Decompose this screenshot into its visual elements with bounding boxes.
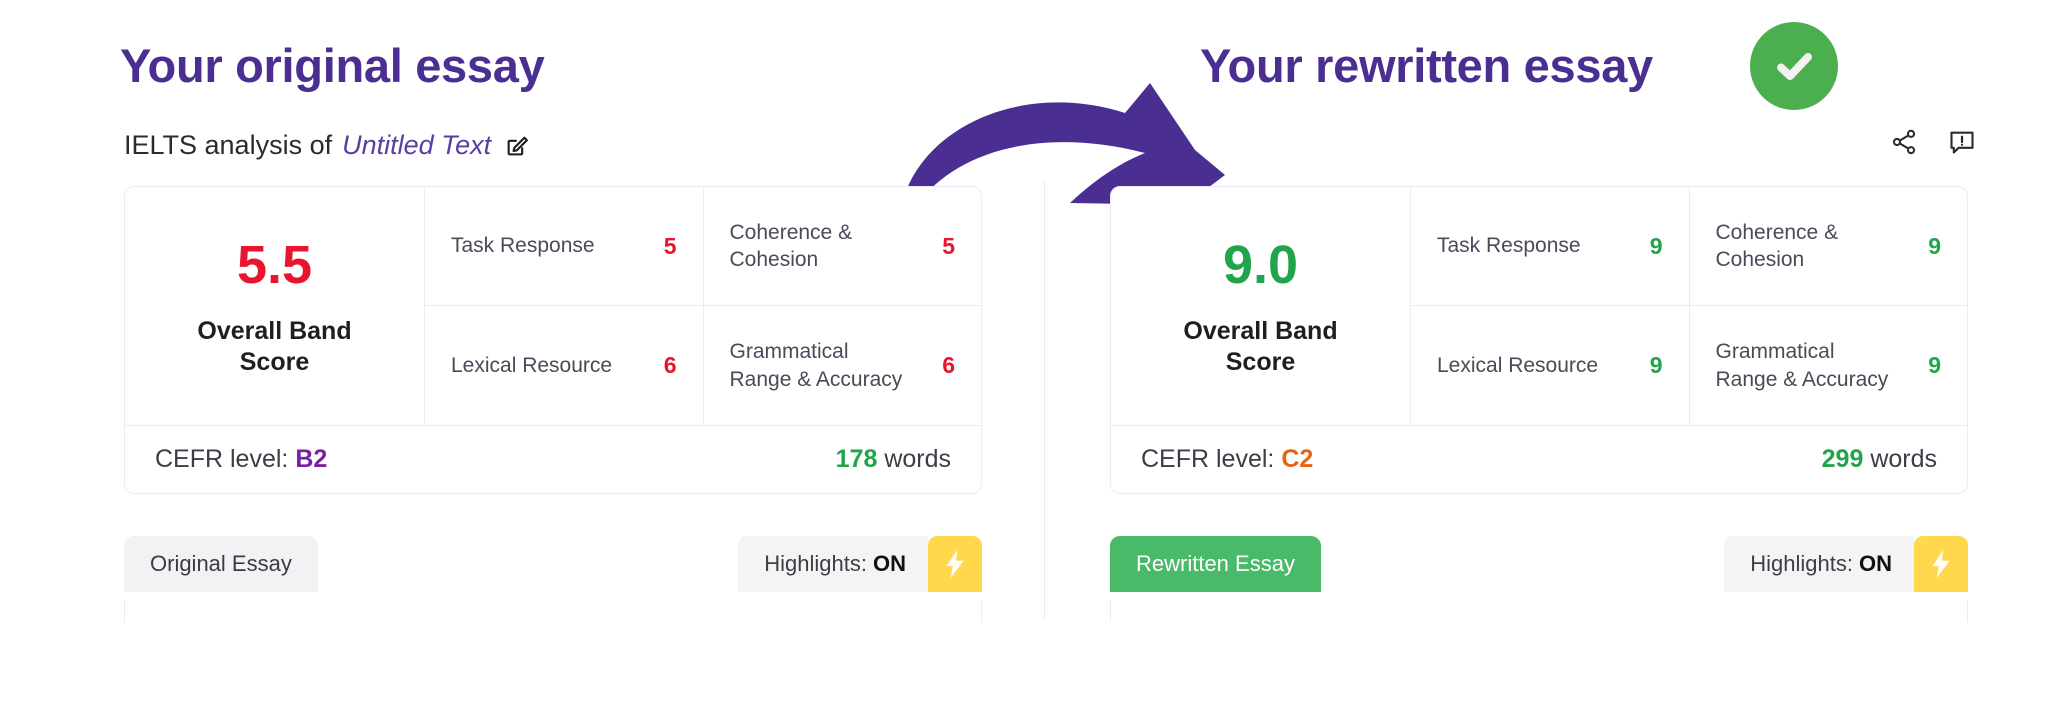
- criterion-score: 9: [1928, 352, 1941, 378]
- highlights-state: ON: [873, 551, 906, 576]
- criterion-coherence-cohesion: Coherence & Cohesion 9: [1689, 187, 1967, 306]
- word-count: 299 words: [1822, 445, 1937, 474]
- subtitle-prefix: IELTS analysis of: [124, 130, 333, 160]
- lightning-bolt-icon[interactable]: [1914, 536, 1968, 592]
- highlights-status: Highlights: ON: [1724, 536, 1914, 592]
- overall-band-cell: 9.0 Overall Band Score: [1111, 187, 1411, 425]
- overall-band-label-line2: Score: [1225, 348, 1296, 377]
- criteria-column-2: Coherence & Cohesion 9 Grammatical Range…: [1689, 187, 1968, 425]
- criterion-task-response: Task Response 5: [425, 187, 703, 306]
- highlights-state: ON: [1859, 551, 1892, 576]
- criteria-column-1: Task Response 5 Lexical Resource 6: [425, 187, 704, 425]
- cefr-value: C2: [1281, 445, 1314, 473]
- cefr-level: CEFR level: B2: [155, 445, 327, 474]
- rewritten-essay-tabbar: Rewritten Essay Highlights: ON: [1110, 536, 1968, 608]
- overall-band-label: Overall Band Score: [1121, 316, 1400, 379]
- criterion-score: 6: [663, 352, 677, 378]
- criterion-name: Task Response: [1437, 234, 1581, 258]
- criterion-name: Grammatical Range & Accuracy: [729, 340, 903, 391]
- rewritten-essay-heading: Your rewritten essay: [1200, 39, 1653, 92]
- criterion-score: 6: [942, 352, 955, 378]
- panel-actions: [1890, 128, 1976, 156]
- cefr-level: CEFR level: C2: [1141, 445, 1313, 474]
- overall-band-cell: 5.5 Overall Band Score: [125, 187, 425, 425]
- criterion-task-response: Task Response 9: [1411, 187, 1689, 306]
- highlights-label: Highlights:: [1750, 551, 1853, 576]
- rewritten-essay-body: [1110, 600, 1968, 622]
- document-name: Untitled Text: [342, 130, 492, 160]
- original-essay-body: [124, 600, 982, 622]
- criterion-score: 5: [942, 232, 955, 259]
- highlights-toggle-group: Highlights: ON: [1724, 536, 1968, 592]
- score-card: 9.0 Overall Band Score Task Response 9 L…: [1110, 186, 1968, 494]
- edit-square-icon[interactable]: [505, 133, 530, 158]
- tab-original-essay[interactable]: Original Essay: [124, 536, 318, 592]
- score-footer: CEFR level: B2 178 words: [125, 425, 981, 493]
- highlights-label: Highlights:: [764, 551, 867, 576]
- criterion-grammatical-range: Grammatical Range & Accuracy 9: [1690, 306, 1968, 425]
- original-essay-heading: Your original essay: [120, 39, 545, 92]
- analysis-subtitle: IELTS analysis of Untitled Text: [124, 130, 530, 161]
- overall-band-value: 9.0: [1222, 235, 1299, 296]
- cefr-label: CEFR level:: [155, 445, 289, 473]
- word-count-value: 299: [1821, 445, 1864, 473]
- overall-band-label-line2: Score: [239, 348, 310, 377]
- cefr-label: CEFR level:: [1141, 445, 1275, 473]
- panel-divider: [1044, 180, 1045, 620]
- comparison-view: Your original essay Your rewritten essay…: [0, 0, 2048, 720]
- score-grid: 9.0 Overall Band Score Task Response 9 L…: [1111, 187, 1967, 425]
- score-footer: CEFR level: C2 299 words: [1111, 425, 1967, 493]
- criterion-lexical-resource: Lexical Resource 6: [425, 306, 703, 425]
- criterion-grammatical-range: Grammatical Range & Accuracy 6: [704, 306, 982, 425]
- criterion-coherence-cohesion: Coherence & Cohesion 5: [703, 187, 981, 306]
- tab-rewritten-essay[interactable]: Rewritten Essay: [1110, 536, 1321, 592]
- criteria-column-2: Coherence & Cohesion 5 Grammatical Range…: [703, 187, 982, 425]
- criterion-name: Coherence & Cohesion: [729, 220, 853, 271]
- word-count-value: 178: [835, 445, 878, 473]
- criterion-name: Lexical Resource: [1437, 353, 1599, 377]
- criterion-score: 9: [1649, 352, 1663, 378]
- score-grid: 5.5 Overall Band Score Task Response 5 L…: [125, 187, 981, 425]
- criterion-name: Lexical Resource: [451, 353, 613, 377]
- overall-band-label-line1: Overall Band: [197, 317, 352, 346]
- highlights-status: Highlights: ON: [738, 536, 928, 592]
- overall-band-value: 5.5: [236, 235, 313, 296]
- criterion-lexical-resource: Lexical Resource 9: [1411, 306, 1689, 425]
- original-score-panel: 5.5 Overall Band Score Task Response 5 L…: [124, 186, 982, 494]
- criterion-name: Task Response: [451, 234, 595, 258]
- word-count-label: words: [884, 445, 951, 473]
- word-count: 178 words: [836, 445, 951, 474]
- original-essay-tabbar: Original Essay Highlights: ON: [124, 536, 982, 608]
- green-check-circle-icon: [1750, 22, 1838, 110]
- lightning-bolt-icon[interactable]: [928, 536, 982, 592]
- criterion-score: 9: [1649, 232, 1663, 259]
- score-card: 5.5 Overall Band Score Task Response 5 L…: [124, 186, 982, 494]
- overall-band-label-line1: Overall Band: [1183, 317, 1338, 346]
- rewritten-score-panel: 9.0 Overall Band Score Task Response 9 L…: [1110, 186, 1968, 494]
- share-icon[interactable]: [1890, 128, 1918, 156]
- criterion-score: 9: [1928, 232, 1941, 259]
- highlights-toggle-group: Highlights: ON: [738, 536, 982, 592]
- overall-band-label: Overall Band Score: [135, 316, 414, 379]
- report-comment-icon[interactable]: [1948, 128, 1976, 156]
- criterion-name: Coherence & Cohesion: [1715, 220, 1839, 271]
- criterion-score: 5: [663, 232, 677, 259]
- criteria-column-1: Task Response 9 Lexical Resource 9: [1411, 187, 1690, 425]
- word-count-label: words: [1870, 445, 1937, 473]
- cefr-value: B2: [295, 445, 328, 473]
- criterion-name: Grammatical Range & Accuracy: [1715, 340, 1889, 391]
